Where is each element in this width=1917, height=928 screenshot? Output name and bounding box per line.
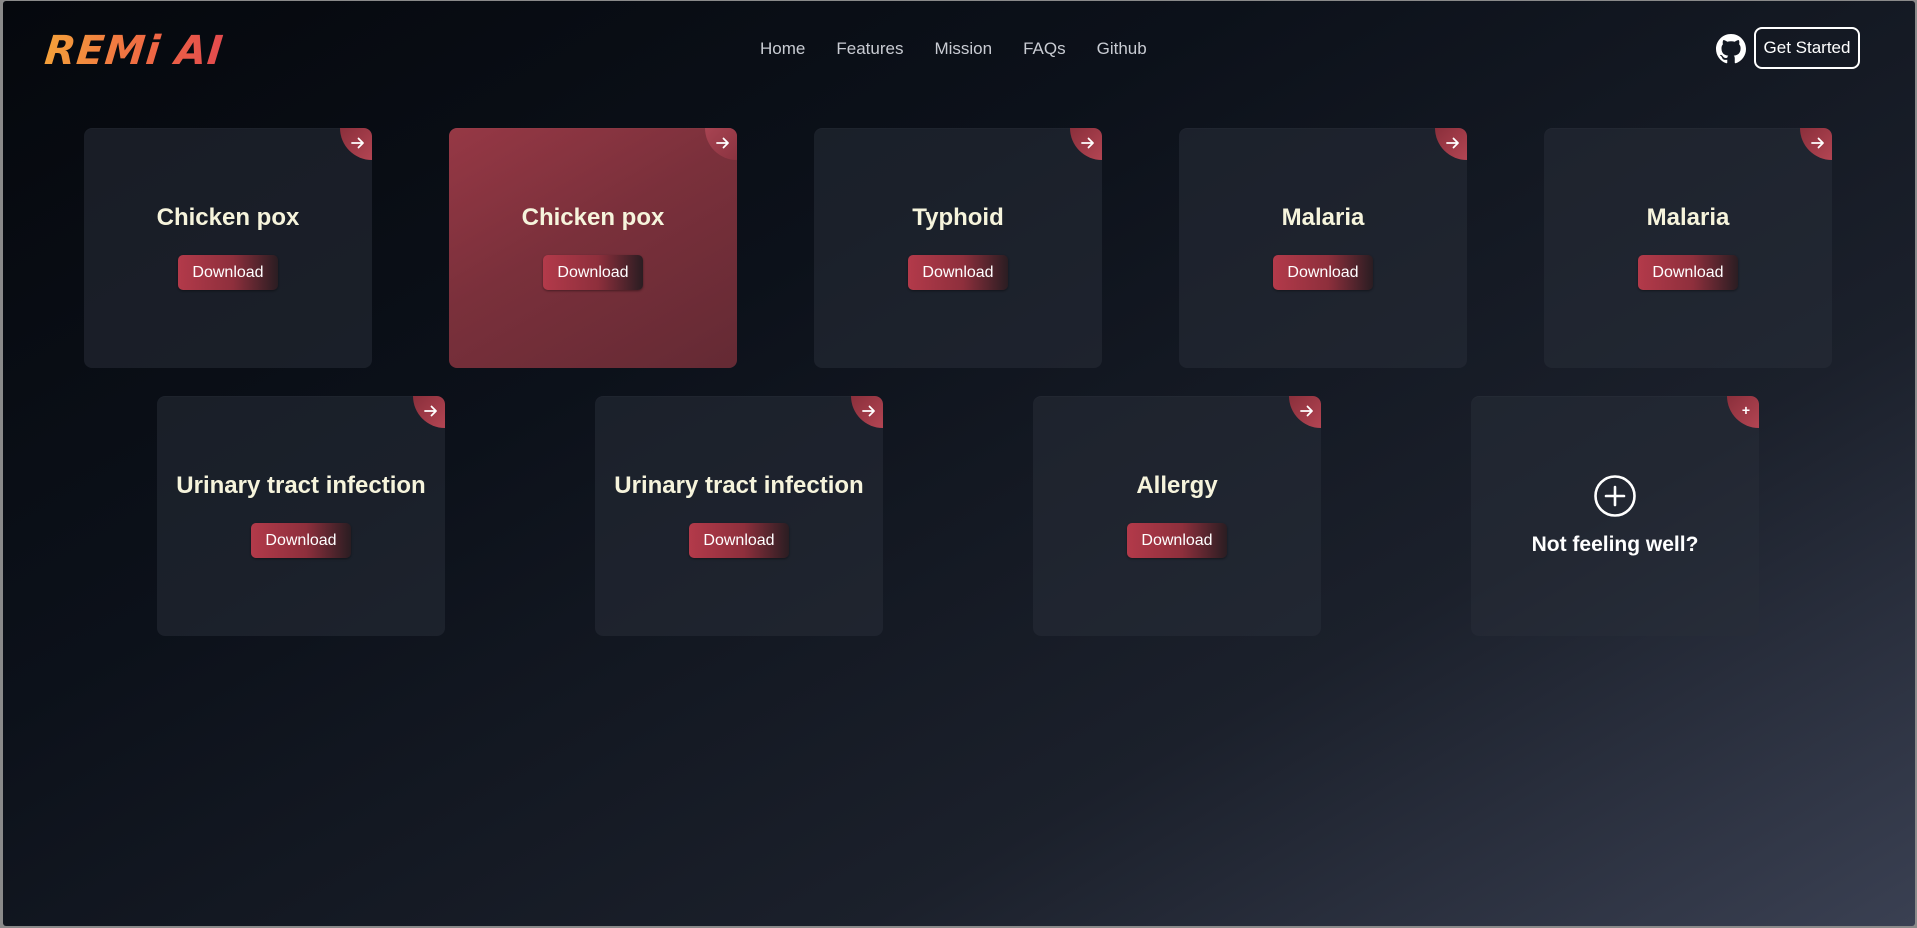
- add-symptom-card[interactable]: + Not feeling well?: [1471, 396, 1759, 636]
- download-button[interactable]: Download: [908, 255, 1008, 290]
- card-title: Chicken pox: [521, 204, 665, 231]
- card-arrow-button[interactable]: [705, 128, 737, 160]
- nav-mission[interactable]: Mission: [934, 37, 992, 61]
- card-arrow-button[interactable]: [1800, 128, 1832, 160]
- nav-features[interactable]: Features: [836, 37, 903, 61]
- get-started-button[interactable]: Get Started: [1754, 27, 1860, 69]
- card-title: Allergy: [1136, 472, 1218, 499]
- card-title: Urinary tract infection: [176, 472, 426, 499]
- disease-card[interactable]: Chicken pox Download: [84, 128, 372, 368]
- card-title: Malaria: [1646, 204, 1730, 231]
- download-button[interactable]: Download: [1638, 255, 1738, 290]
- card-arrow-button[interactable]: [413, 396, 445, 428]
- download-button[interactable]: Download: [543, 255, 643, 290]
- github-icon[interactable]: [1716, 34, 1746, 64]
- card-title: Urinary tract infection: [614, 472, 864, 499]
- disease-card[interactable]: Typhoid Download: [814, 128, 1102, 368]
- card-title: Malaria: [1281, 204, 1365, 231]
- card-add-button[interactable]: +: [1727, 396, 1759, 428]
- arrow-right-icon: [351, 137, 364, 149]
- plus-circle-icon[interactable]: [1594, 475, 1636, 517]
- arrow-right-icon: [1446, 137, 1459, 149]
- arrow-right-icon: [862, 405, 875, 417]
- arrow-right-icon: [424, 405, 437, 417]
- download-button[interactable]: Download: [689, 523, 789, 558]
- download-button[interactable]: Download: [1127, 523, 1227, 558]
- card-title: Chicken pox: [156, 204, 300, 231]
- disease-card[interactable]: Allergy Download: [1033, 396, 1321, 636]
- arrow-right-icon: [1300, 405, 1313, 417]
- card-arrow-button[interactable]: [1070, 128, 1102, 160]
- not-feeling-well-label: Not feeling well?: [1531, 533, 1699, 556]
- card-arrow-button[interactable]: [851, 396, 883, 428]
- disease-card[interactable]: Malaria Download: [1179, 128, 1467, 368]
- arrow-right-icon: [1811, 137, 1824, 149]
- disease-card-active[interactable]: Chicken pox Download: [449, 128, 737, 368]
- nav-home[interactable]: Home: [760, 37, 805, 61]
- disease-card[interactable]: Urinary tract infection Download: [595, 396, 883, 636]
- disease-card[interactable]: Malaria Download: [1544, 128, 1832, 368]
- card-arrow-button[interactable]: [340, 128, 372, 160]
- card-title: Typhoid: [912, 204, 1004, 231]
- logo[interactable]: REMi AI: [42, 27, 226, 75]
- card-arrow-button[interactable]: [1435, 128, 1467, 160]
- plus-icon: +: [1741, 402, 1750, 418]
- download-button[interactable]: Download: [178, 255, 278, 290]
- nav-faqs[interactable]: FAQs: [1023, 37, 1066, 61]
- arrow-right-icon: [716, 137, 729, 149]
- main-nav: Home Features Mission FAQs Github: [760, 37, 1178, 61]
- nav-github[interactable]: Github: [1097, 37, 1147, 61]
- card-arrow-button[interactable]: [1289, 396, 1321, 428]
- disease-card[interactable]: Urinary tract infection Download: [157, 396, 445, 636]
- download-button[interactable]: Download: [1273, 255, 1373, 290]
- download-button[interactable]: Download: [251, 523, 351, 558]
- page-frame: REMi AI Home Features Mission FAQs Githu…: [3, 1, 1915, 926]
- arrow-right-icon: [1081, 137, 1094, 149]
